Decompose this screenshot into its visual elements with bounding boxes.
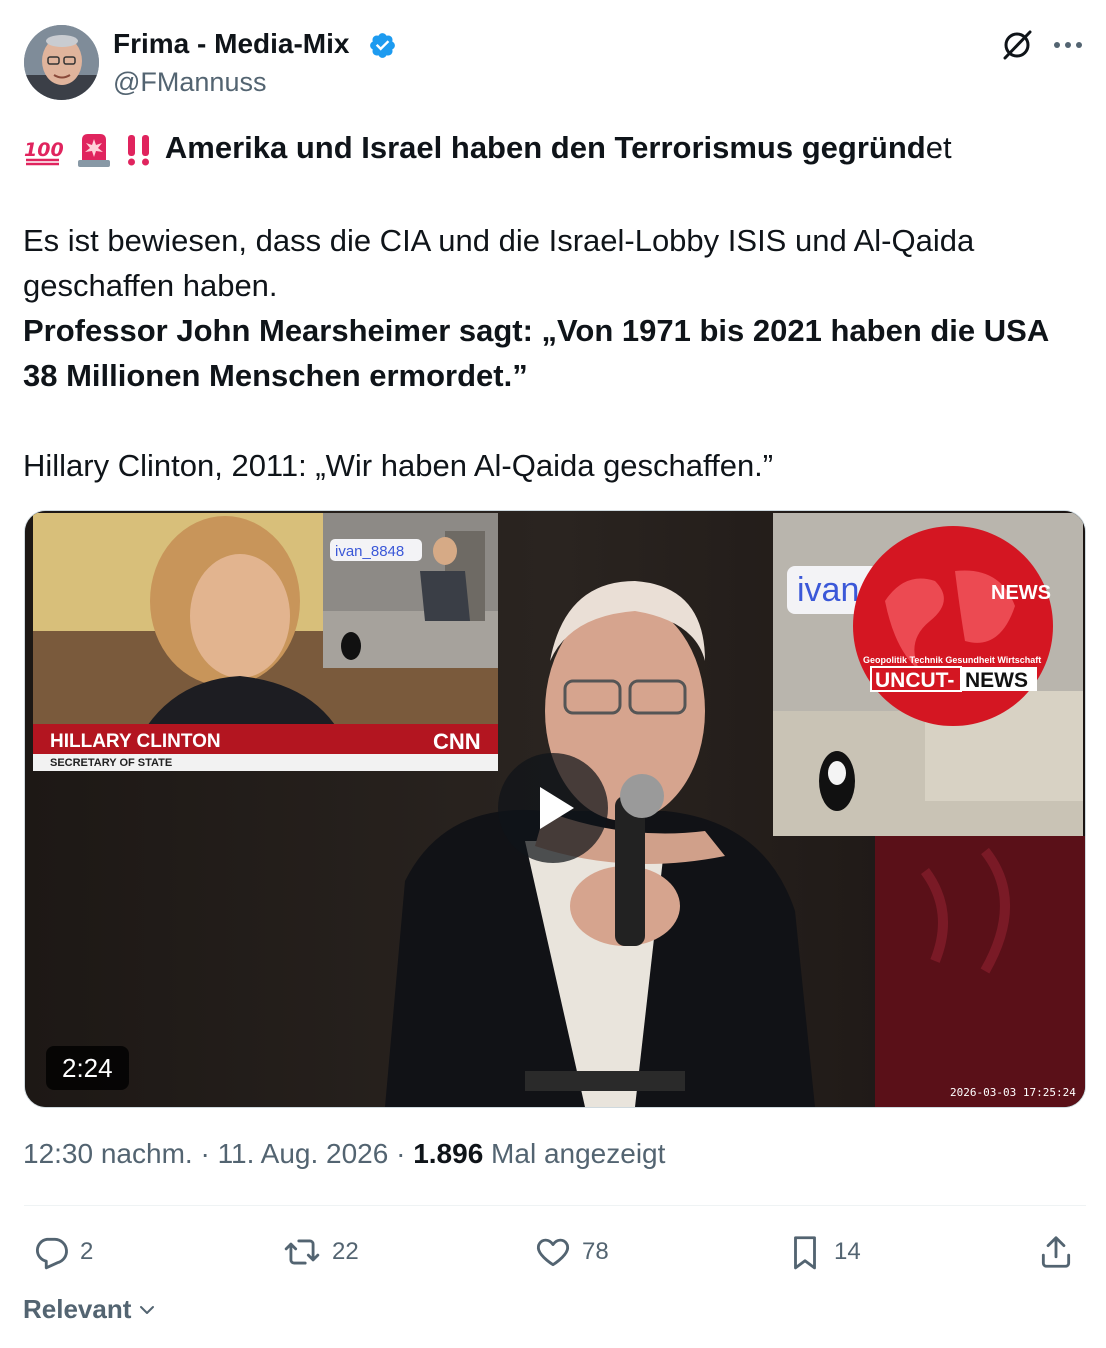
police-light-emoji-icon: [77, 133, 110, 167]
lower-third-name: HILLARY CLINTON: [50, 731, 221, 752]
view-count: 1.896: [413, 1138, 484, 1169]
author-avatar[interactable]: [24, 25, 99, 100]
heart-icon: [536, 1238, 570, 1267]
reply-icon: [35, 1237, 68, 1270]
share-button[interactable]: [1036, 1230, 1076, 1274]
play-icon: [540, 787, 574, 829]
video-timestamp-overlay: 2026-03-03 17:25:24: [950, 1086, 1076, 1099]
tweet-paragraph-2: Professor John Mearsheimer sagt: „Von 19…: [23, 313, 1049, 393]
ivan-tag-large: ivan: [797, 571, 859, 609]
like-button[interactable]: 78: [534, 1230, 609, 1274]
repost-count: 22: [332, 1238, 359, 1265]
svg-text:100: 100: [24, 139, 63, 161]
cnn-logo: CNN: [433, 729, 481, 754]
play-button[interactable]: [498, 753, 608, 863]
logo-uncut: UNCUT-: [875, 669, 954, 692]
news-badge: NEWS: [991, 582, 1051, 604]
tweet-body: Es ist bewiesen, dass die CIA und die Is…: [23, 218, 1085, 488]
headline-tail-text: et: [925, 130, 952, 165]
meta-separator: ·: [192, 1138, 218, 1169]
meta-separator: ·: [388, 1138, 414, 1169]
video-duration: 2:24: [46, 1046, 129, 1090]
logo-news: NEWS: [965, 669, 1028, 692]
bookmark-count: 14: [834, 1238, 861, 1265]
share-icon: [1041, 1236, 1071, 1268]
divider: [24, 1205, 1086, 1206]
repost-icon: [284, 1239, 320, 1265]
ivan-tag-small: ivan_8848: [335, 543, 404, 560]
view-count-label: Mal angezeigt: [483, 1138, 666, 1169]
lower-third-title: SECRETARY OF STATE: [50, 757, 172, 769]
grok-icon[interactable]: [1000, 28, 1034, 62]
author-name[interactable]: Frima - Media-Mix: [113, 28, 349, 60]
reply-count: 2: [80, 1238, 94, 1265]
tweet-headline: 100 Amerika und Israel haben den Terrori…: [23, 130, 952, 168]
tweet-date[interactable]: 11. Aug. 2026: [218, 1138, 389, 1169]
logo-tagline: Geopolitik Technik Gesundheit Wirtschaft: [863, 655, 1041, 665]
double-exclamation-emoji-icon: [128, 134, 150, 166]
author-handle[interactable]: @FMannuss: [113, 67, 266, 98]
headline-bold-text: Amerika und Israel haben den Terrorismus…: [164, 130, 926, 165]
chevron-down-icon: [140, 1305, 155, 1314]
bookmark-icon: [794, 1236, 816, 1270]
tweet-meta: 12:30 nachm. · 11. Aug. 2026 · 1.896 Mal…: [23, 1138, 665, 1170]
tweet-paragraph-3: Hillary Clinton, 2011: „Wir haben Al-Qai…: [23, 448, 774, 483]
reply-button[interactable]: 2: [32, 1230, 93, 1274]
hundred-points-emoji-icon: 100: [24, 139, 63, 166]
verified-badge-icon: [370, 33, 395, 58]
sort-label: Relevant: [23, 1294, 132, 1324]
like-count: 78: [582, 1238, 609, 1265]
tweet-paragraph-1: Es ist bewiesen, dass die CIA und die Is…: [23, 223, 975, 303]
repost-button[interactable]: 22: [282, 1230, 359, 1274]
bookmark-button[interactable]: 14: [786, 1230, 861, 1274]
tweet-time[interactable]: 12:30 nachm.: [23, 1138, 193, 1169]
more-options-icon[interactable]: [1050, 30, 1086, 60]
avatar-image: [24, 25, 99, 100]
sort-replies-dropdown[interactable]: Relevant: [23, 1294, 157, 1325]
